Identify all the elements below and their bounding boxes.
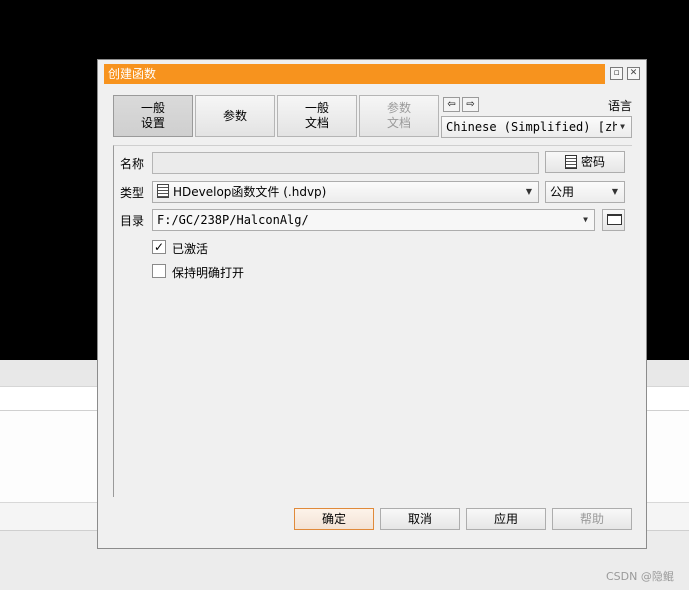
tab-label: 设置 (140, 116, 165, 130)
scope-select[interactable]: 公用 ▼ (545, 181, 625, 203)
type-value: HDevelop函数文件 (.hdvp) (173, 185, 327, 199)
tab-label: 参数 (386, 101, 411, 115)
directory-value: F:/GC/238P/HalconAlg/ (157, 213, 309, 227)
tab-general-settings[interactable]: 一般 设置 (113, 95, 193, 137)
ok-button[interactable]: 确定 (294, 508, 374, 530)
chevron-down-icon: ▼ (525, 187, 532, 196)
name-label: 名称 (120, 157, 145, 171)
scope-value: 公用 (550, 185, 575, 199)
language-select[interactable]: Chinese (Simplified) [zh ▼ (441, 116, 632, 138)
dialog-title: 创建函数 (108, 67, 157, 81)
help-button[interactable]: 帮助 (552, 508, 632, 530)
cancel-button[interactable]: 取消 (380, 508, 460, 530)
type-select[interactable]: HDevelop函数文件 (.hdvp) ▼ (152, 181, 539, 203)
tab-parameters[interactable]: 参数 (195, 95, 275, 137)
tab-parameter-docs[interactable]: 参数 文档 (359, 95, 439, 137)
chevron-down-icon: ▼ (583, 215, 588, 224)
language-value: Chinese (Simplified) [zh (446, 120, 620, 134)
tab-label: 文档 (386, 116, 411, 130)
tab-label: 一般 (304, 101, 329, 115)
apply-button[interactable]: 应用 (466, 508, 546, 530)
password-button-label: 密码 (580, 155, 605, 169)
restore-icon[interactable]: ▫ (610, 67, 623, 80)
document-icon (564, 155, 577, 169)
next-arrow-icon[interactable]: ⇨ (462, 97, 479, 112)
language-label: 语言 (608, 99, 633, 113)
chevron-down-icon: ▼ (611, 187, 618, 196)
password-button[interactable]: 密码 (545, 151, 625, 173)
create-function-dialog: 创建函数 ▫ ✕ 一般 设置 参数 一般 文档 参数 文档 ⇦ ⇨ 语言 Chi… (97, 59, 647, 549)
keep-open-label: 保持明确打开 (172, 266, 245, 280)
activated-checkbox[interactable]: ✓ (152, 240, 166, 254)
keep-open-checkbox[interactable] (152, 264, 166, 278)
watermark-text: CSDN @隐鲲 (606, 570, 674, 583)
tab-label: 文档 (304, 116, 329, 130)
file-icon (157, 184, 169, 198)
name-input[interactable] (152, 152, 539, 174)
activated-label: 已激活 (172, 242, 209, 256)
close-icon[interactable]: ✕ (627, 67, 640, 80)
directory-label: 目录 (120, 214, 145, 228)
directory-select[interactable]: F:/GC/238P/HalconAlg/ ▼ (152, 209, 595, 231)
tab-label: 参数 (222, 108, 247, 123)
prev-arrow-icon[interactable]: ⇦ (443, 97, 460, 112)
tab-general-docs[interactable]: 一般 文档 (277, 95, 357, 137)
browse-folder-button[interactable] (602, 209, 625, 231)
dialog-title-bar[interactable]: 创建函数 (104, 64, 605, 84)
tab-label: 一般 (140, 101, 165, 115)
type-label: 类型 (120, 186, 145, 200)
folder-icon (607, 214, 622, 225)
chevron-down-icon: ▼ (617, 117, 625, 137)
